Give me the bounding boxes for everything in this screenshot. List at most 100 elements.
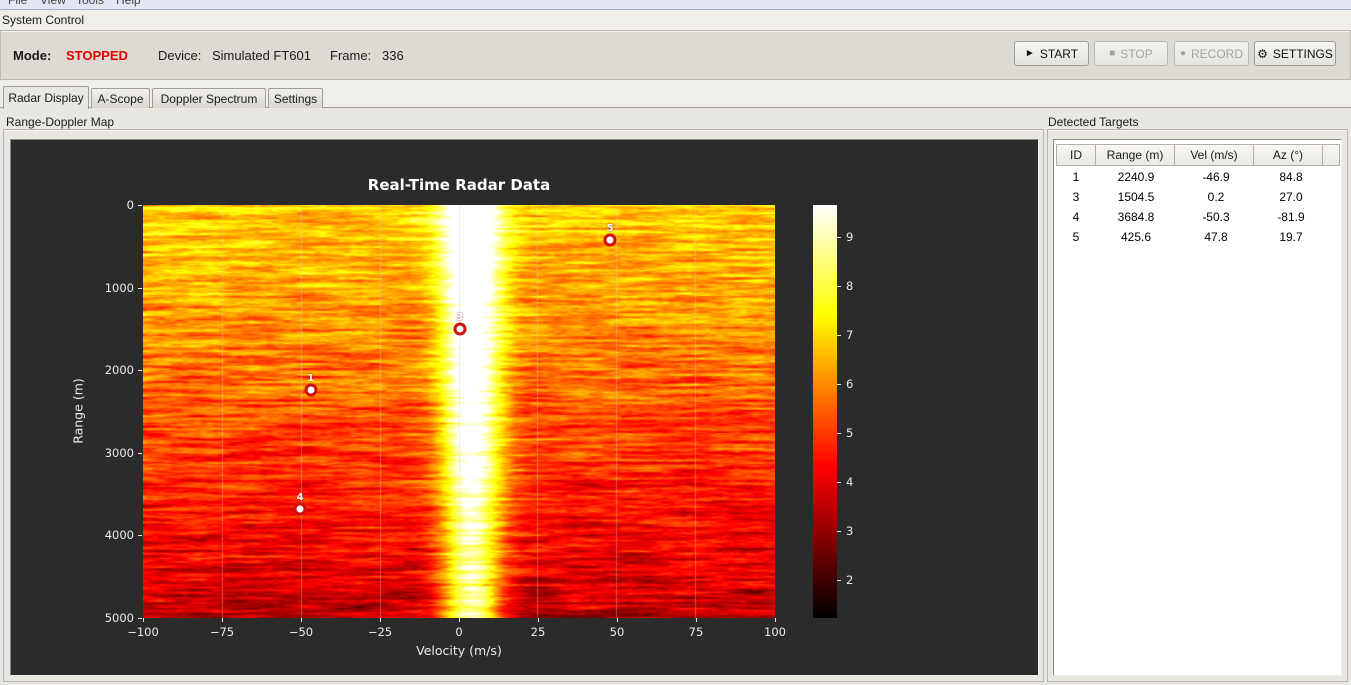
x-tick-mark: [775, 618, 776, 622]
cell-range: 425.6: [1120, 230, 1152, 244]
cell-vel: -46.9: [1202, 170, 1230, 184]
y-tick-mark: [138, 205, 142, 206]
stop-button: ■ STOP: [1094, 41, 1168, 66]
table-header-row: ID Range (m) Vel (m/s) Az (°): [1056, 144, 1340, 166]
plot-x-axis-label: Velocity (m/s): [416, 643, 502, 658]
cell-vel: -50.3: [1202, 210, 1230, 224]
y-tick-mark: [138, 287, 142, 289]
mode-value-stopped: STOPPED: [66, 48, 128, 63]
tab-settings[interactable]: Settings: [268, 88, 323, 108]
menu-help[interactable]: Help: [116, 0, 141, 7]
colorbar-tick-label: 5: [846, 425, 854, 440]
detected-targets-table: ID Range (m) Vel (m/s) Az (°) 1 2240.9 -…: [1053, 139, 1342, 676]
tab-a-scope[interactable]: A-Scope: [91, 88, 150, 108]
column-header-range[interactable]: Range (m): [1095, 144, 1175, 166]
x-tick-label: 25: [530, 625, 546, 639]
cell-az: 27.0: [1279, 190, 1303, 204]
y-tick-mark: [138, 535, 142, 537]
target-marker: [293, 502, 307, 516]
colorbar-tick-mark: [837, 530, 841, 532]
cell-vel: 47.8: [1204, 230, 1228, 244]
menu-view[interactable]: View: [40, 0, 66, 7]
cell-id: 5: [1072, 230, 1080, 244]
colorbar-tick-mark: [837, 481, 841, 483]
record-button-label: RECORD: [1191, 46, 1244, 61]
colorbar-tick-mark: [837, 334, 841, 336]
table-row[interactable]: 5 425.6 47.8 19.7: [1056, 227, 1339, 247]
target-id-label: 1: [307, 373, 315, 385]
column-header-id[interactable]: ID: [1056, 144, 1096, 166]
x-tick-mark: [538, 618, 539, 622]
x-tick-label: 100: [764, 625, 786, 639]
settings-button[interactable]: ⚙ SETTINGS: [1254, 41, 1336, 66]
range-doppler-heatmap: [143, 205, 775, 618]
y-tick-label: 5000: [104, 611, 134, 625]
stop-button-label: STOP: [1120, 46, 1153, 61]
x-tick-mark: [696, 618, 697, 622]
colorbar-tick-mark: [837, 579, 841, 581]
x-tick-mark: [222, 618, 223, 622]
menu-tools[interactable]: Tools: [76, 0, 104, 7]
y-tick-label: 2000: [104, 363, 134, 378]
radar-application-window: File View Tools Help System Control Mode…: [0, 0, 1351, 685]
device-label: Device:: [158, 48, 202, 63]
cell-id: 1: [1072, 170, 1080, 184]
start-button[interactable]: ► START: [1014, 41, 1089, 66]
settings-button-label: SETTINGS: [1272, 46, 1333, 61]
y-tick-label: 3000: [104, 445, 134, 460]
colorbar-tick-label: 7: [846, 327, 854, 342]
x-tick-mark: [617, 618, 618, 622]
target-id-label: 4: [296, 492, 304, 504]
y-tick-mark: [138, 370, 142, 372]
column-header-vel[interactable]: Vel (m/s): [1174, 144, 1254, 166]
column-header-stub: [1322, 144, 1340, 166]
range-doppler-figure: Real-Time Radar Data Range (m) Velocity …: [11, 140, 1038, 675]
table-row[interactable]: 3 1504.5 0.2 27.0: [1056, 187, 1339, 207]
colorbar-tick-label: 2: [846, 572, 854, 587]
menu-file[interactable]: File: [8, 0, 27, 7]
column-header-az[interactable]: Az (°): [1253, 144, 1323, 166]
menu-bar: File View Tools Help: [0, 0, 1351, 10]
y-tick-mark: [138, 452, 142, 454]
x-tick-mark: [301, 618, 302, 622]
colorbar: [813, 205, 837, 618]
range-doppler-group-title: Range-Doppler Map: [6, 115, 115, 129]
x-tick-label: 75: [688, 625, 704, 639]
y-tick-label: 4000: [104, 528, 134, 543]
tab-radar-display[interactable]: Radar Display: [3, 86, 89, 109]
colorbar-tick-label: 3: [846, 523, 854, 538]
cell-vel: 0.2: [1207, 190, 1225, 204]
gear-icon: ⚙: [1257, 46, 1268, 61]
start-button-label: START: [1039, 46, 1079, 61]
target-marker: [304, 383, 318, 397]
table-body: 1 2240.9 -46.9 84.8 3 1504.5 0.2 27.0 4 …: [1056, 167, 1339, 247]
x-tick-label: −75: [209, 625, 235, 639]
colorbar-tick-mark: [837, 432, 841, 434]
table-row[interactable]: 4 3684.8 -50.3 -81.9: [1056, 207, 1339, 227]
cell-az: 84.8: [1279, 170, 1303, 184]
colorbar-tick-mark: [837, 285, 841, 287]
colorbar-tick-label: 4: [846, 474, 854, 489]
x-tick-label: −50: [288, 625, 314, 639]
colorbar-tick-label: 8: [846, 278, 854, 293]
x-tick-mark: [459, 618, 460, 622]
record-icon: ●: [1179, 47, 1187, 59]
tab-doppler-spectrum[interactable]: Doppler Spectrum: [152, 88, 266, 108]
plot-y-axis-label: Range (m): [70, 378, 86, 444]
cell-az: 19.7: [1279, 230, 1303, 244]
system-control-group-title: System Control: [2, 13, 85, 27]
colorbar-tick-label: 6: [846, 376, 854, 391]
frame-label: Frame:: [330, 48, 372, 63]
cell-range: 2240.9: [1117, 170, 1155, 184]
play-icon: ►: [1024, 47, 1035, 59]
detected-targets-group-title: Detected Targets: [1048, 115, 1139, 129]
table-row[interactable]: 1 2240.9 -46.9 84.8: [1056, 167, 1339, 187]
target-marker: [453, 322, 467, 336]
cell-range: 3684.8: [1117, 210, 1155, 224]
cell-range: 1504.5: [1117, 190, 1155, 204]
x-tick-mark: [380, 618, 381, 622]
y-tick-mark: [138, 618, 142, 619]
target-marker: [603, 233, 617, 247]
record-button: ● RECORD: [1174, 41, 1249, 66]
x-tick-label: 0: [455, 625, 463, 639]
